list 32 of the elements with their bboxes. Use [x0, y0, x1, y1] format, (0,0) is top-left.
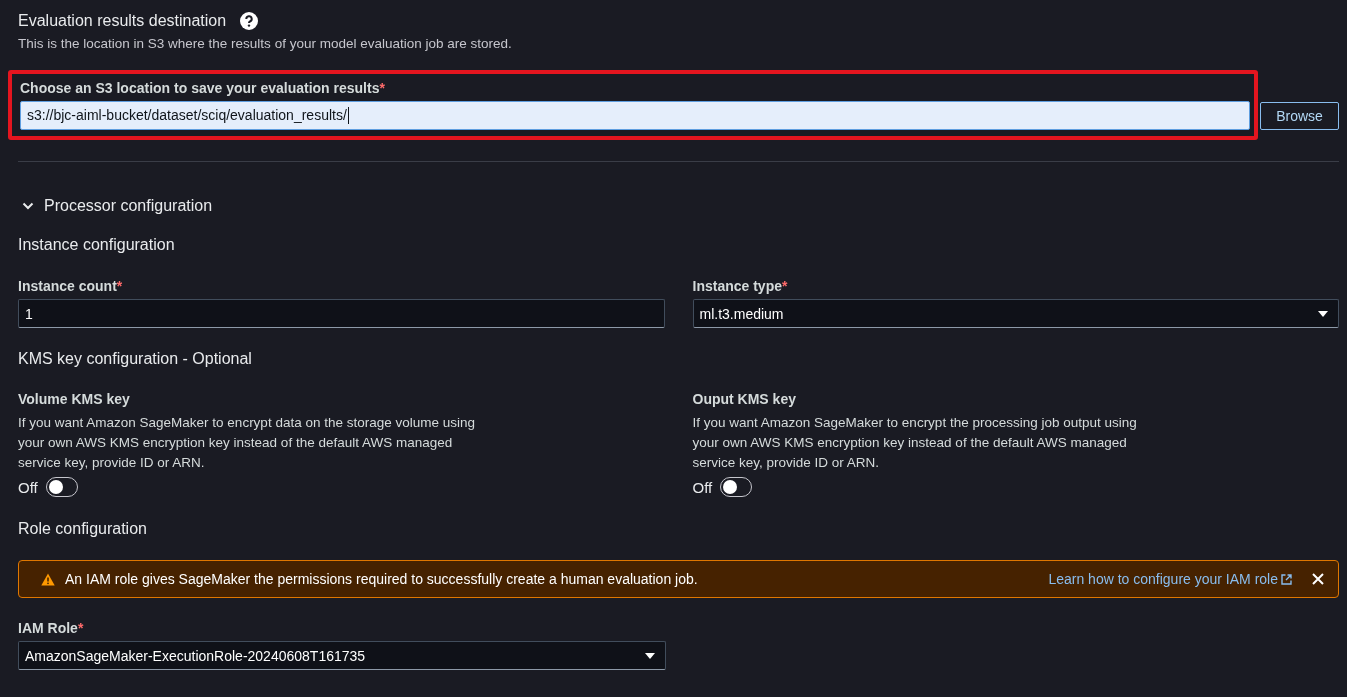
- toggle-switch[interactable]: [45, 477, 78, 497]
- select-dropdown[interactable]: ml.t3.medium: [692, 299, 1339, 328]
- select-dropdown[interactable]: AmazonSageMaker-ExecutionRole-20240608T161735: [18, 641, 666, 670]
- field-label: Ouput KMS key: [692, 391, 797, 407]
- subsection-heading: KMS key configuration - Optional: [18, 350, 253, 368]
- close-button[interactable]: [1312, 573, 1324, 585]
- field-description: If you want Amazon SageMaker to encrypt data on the storage volume using your own AWS KMS encryption key instead of the default AWS managed service key, provide ID or ARN.: [18, 414, 477, 472]
- caret-down-icon: [1318, 310, 1328, 317]
- field-label: IAM Role*: [18, 620, 84, 636]
- help-icon[interactable]: [240, 12, 259, 30]
- text-input[interactable]: 1: [18, 299, 665, 328]
- section-title: Evaluation results destination: [18, 12, 227, 30]
- section-description: This is the location in S3 where the results of your model evaluation job are stored.: [18, 36, 513, 51]
- field-label: Volume KMS key: [18, 391, 131, 407]
- field-label: Choose an S3 location to save your evaluation results*: [20, 80, 385, 96]
- subsection-heading: Instance configuration: [18, 236, 176, 254]
- help-link[interactable]: Learn how to configure your IAM role: [1048, 571, 1292, 587]
- toggle-label: Off: [18, 478, 38, 496]
- alert-message: An IAM role gives SageMaker the permissions required to successfully create a human evaluation job.: [65, 571, 699, 587]
- text-input[interactable]: s3://bjc-aiml-bucket/dataset/sciq/evaluation_results/: [20, 101, 1250, 130]
- caret-down-icon: [645, 652, 655, 659]
- field-label: Instance count*: [18, 278, 123, 294]
- field-description: If you want Amazon SageMaker to encrypt the processing job output using your own AWS KMS encryption key instead of the default AWS managed service key, provide ID or ARN.: [692, 414, 1138, 472]
- warning-icon: [41, 572, 55, 586]
- field-label: Instance type*: [692, 278, 788, 294]
- expandable-section-header[interactable]: Processor configuration: [44, 197, 213, 215]
- chevron-icon[interactable]: [22, 202, 34, 210]
- subsection-heading: Role configuration: [18, 520, 148, 538]
- toggle-label: Off: [692, 478, 713, 496]
- browse-button[interactable]: Browse: [1260, 102, 1339, 130]
- external-link-icon: [1281, 573, 1292, 585]
- toggle-switch[interactable]: [720, 477, 753, 497]
